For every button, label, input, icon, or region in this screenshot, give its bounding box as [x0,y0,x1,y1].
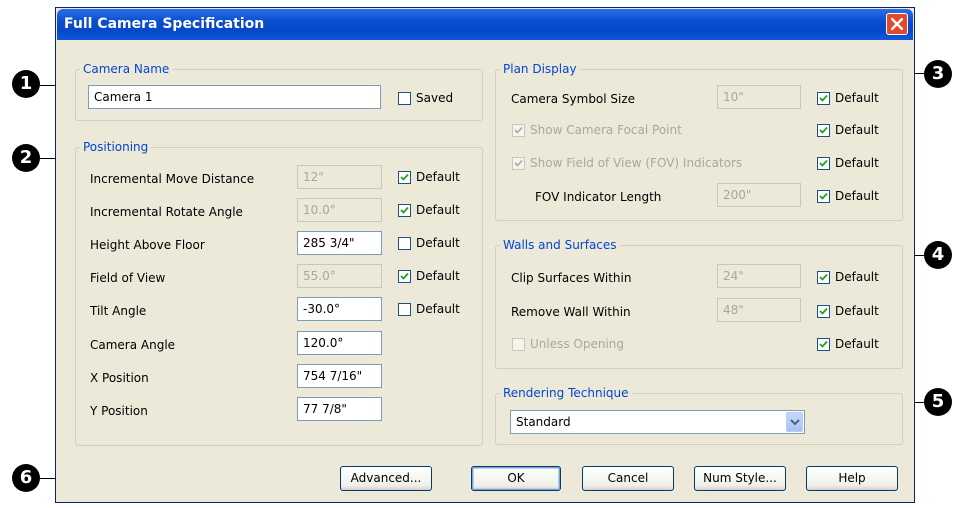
fov-length-default-label: Default [835,189,879,203]
incremental-rotate-field[interactable]: 10.0° [297,198,382,222]
unless-opening-label: Unless Opening [530,337,625,351]
height-above-floor-default-label: Default [416,236,460,250]
ok-button[interactable]: OK [471,466,561,491]
tilt-angle-default-checkbox[interactable] [398,303,411,316]
focal-point-default-checkbox[interactable] [817,124,830,137]
callout-3: 3 [924,60,952,88]
show-fov-indicators-label: Show Field of View (FOV) Indicators [530,156,743,170]
x-position-field[interactable]: 754 7/16" [297,364,382,388]
check-icon [819,307,828,315]
incremental-rotate-label: Incremental Rotate Angle [90,205,243,219]
unless-opening-default-checkbox[interactable] [817,338,830,351]
check-icon [819,340,828,348]
callout-4: 4 [924,241,952,269]
close-icon [891,18,903,30]
window-title: Full Camera Specification [64,16,265,32]
fov-indicators-default-label: Default [835,156,879,170]
show-focal-point-checkbox[interactable] [512,124,525,137]
positioning-group [75,147,483,446]
check-icon [400,272,409,280]
symbol-size-default-checkbox[interactable] [817,92,830,105]
incremental-move-default-checkbox[interactable] [398,171,411,184]
num-style-button[interactable]: Num Style... [694,466,786,491]
remove-wall-default-label: Default [835,304,879,318]
unless-opening-checkbox[interactable] [512,338,525,351]
rendering-legend: Rendering Technique [500,386,632,400]
fov-indicator-length-label: FOV Indicator Length [535,190,662,204]
fov-indicator-length-field[interactable]: 200" [717,183,801,207]
symbol-size-default-label: Default [835,91,879,105]
fov-indicators-default-checkbox[interactable] [817,157,830,170]
y-position-label: Y Position [90,404,148,418]
tilt-angle-field[interactable]: -30.0° [297,297,382,321]
plan-display-legend: Plan Display [500,62,580,76]
incremental-rotate-default-label: Default [416,203,460,217]
fov-length-default-checkbox[interactable] [817,190,830,203]
check-icon [514,126,523,134]
check-icon [819,159,828,167]
show-focal-point-label: Show Camera Focal Point [530,123,682,137]
remove-wall-default-checkbox[interactable] [817,305,830,318]
walls-surfaces-legend: Walls and Surfaces [500,238,620,252]
field-of-view-field[interactable]: 55.0° [297,264,382,288]
chevron-down-icon [790,419,800,426]
check-icon [819,192,828,200]
incremental-rotate-default-checkbox[interactable] [398,204,411,217]
camera-angle-field[interactable]: 120.0° [297,331,382,355]
callout-6: 6 [12,464,40,492]
clip-surfaces-default-checkbox[interactable] [817,271,830,284]
incremental-move-default-label: Default [416,170,460,184]
height-above-floor-default-checkbox[interactable] [398,237,411,250]
callout-1: 1 [12,70,40,98]
clip-surfaces-default-label: Default [835,270,879,284]
incremental-move-label: Incremental Move Distance [90,172,255,186]
check-icon [819,126,828,134]
check-icon [400,173,409,181]
incremental-move-field[interactable]: 12" [297,165,382,189]
height-above-floor-label: Height Above Floor [90,238,205,252]
check-icon [819,273,828,281]
cancel-button[interactable]: Cancel [582,466,674,491]
callout-5: 5 [924,388,952,416]
camera-symbol-size-label: Camera Symbol Size [511,92,636,106]
clip-surfaces-field[interactable]: 24" [717,264,801,288]
rendering-technique-select[interactable]: Standard [510,410,805,434]
field-of-view-default-label: Default [416,269,460,283]
tilt-angle-label: Tilt Angle [90,304,147,318]
clip-surfaces-label: Clip Surfaces Within [511,271,632,285]
check-icon [819,94,828,102]
field-of-view-label: Field of View [90,271,166,285]
check-icon [514,159,523,167]
camera-angle-label: Camera Angle [90,338,176,352]
rendering-dropdown-button[interactable] [786,412,803,432]
remove-wall-label: Remove Wall Within [511,305,631,319]
saved-checkbox[interactable] [398,92,411,105]
camera-name-input[interactable]: Camera 1 [88,85,381,109]
close-button[interactable] [886,13,908,35]
field-of-view-default-checkbox[interactable] [398,270,411,283]
advanced-button[interactable]: Advanced... [340,466,432,491]
callout-2: 2 [12,144,40,172]
show-fov-indicators-checkbox[interactable] [512,157,525,170]
rendering-selected-value: Standard [516,415,571,429]
x-position-label: X Position [90,371,149,385]
height-above-floor-field[interactable]: 285 3/4" [297,231,382,255]
y-position-field[interactable]: 77 7/8" [297,397,382,421]
saved-label: Saved [416,91,454,105]
tilt-angle-default-label: Default [416,302,460,316]
focal-point-default-label: Default [835,123,879,137]
camera-name-legend: Camera Name [80,62,173,76]
unless-opening-default-label: Default [835,337,879,351]
check-icon [400,206,409,214]
positioning-legend: Positioning [80,140,152,154]
camera-symbol-size-field[interactable]: 10" [717,85,801,109]
remove-wall-field[interactable]: 48" [717,298,801,322]
help-button[interactable]: Help [806,466,898,491]
